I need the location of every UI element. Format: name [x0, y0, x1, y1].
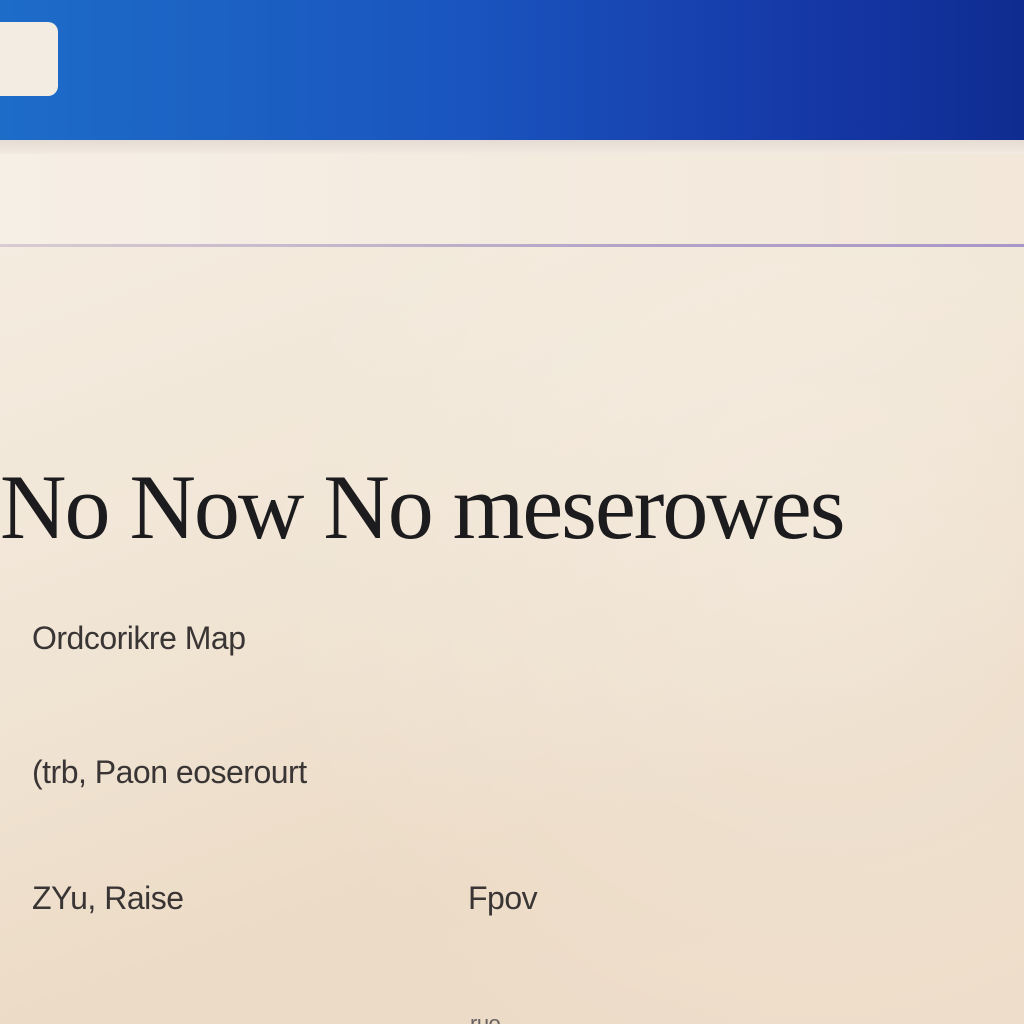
address-bar[interactable] — [0, 22, 58, 96]
list-item[interactable]: (trb, Paon eoserourt — [32, 752, 307, 792]
list-item-partial: ruo — [470, 1011, 501, 1024]
app-window: No Now No meserowes Ordcorikre Map (trb,… — [0, 0, 1024, 1024]
list-item-value: Fpov — [468, 880, 538, 916]
toolbar-area — [0, 154, 1024, 244]
page-title: No Now No meserowes — [0, 456, 846, 558]
list-item[interactable]: Ordcorikre Map — [32, 618, 246, 658]
list-item[interactable]: ZYu, Raise — [32, 878, 184, 918]
window-frame-edge — [0, 140, 1024, 154]
browser-title-bar — [0, 0, 1024, 140]
